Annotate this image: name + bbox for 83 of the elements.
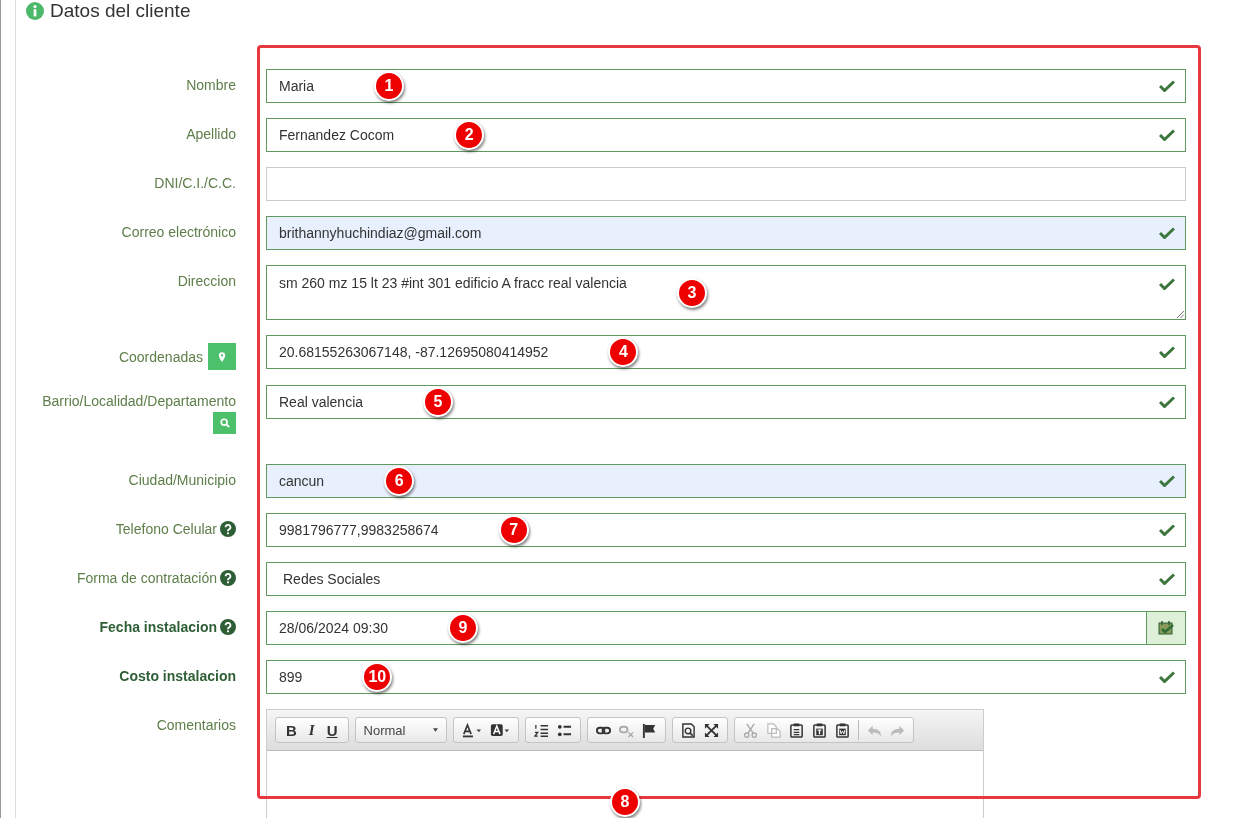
- field-label: Apellido: [186, 126, 236, 142]
- input-field[interactable]: sm 260 mz 15 lt 23 #int 301 edificio A fracc real valencia 3: [266, 265, 1186, 320]
- input-field[interactable]: Fernandez Cocom 2: [266, 118, 1186, 152]
- paste-text-icon[interactable]: [811, 722, 827, 738]
- field-label: Direccion: [177, 273, 236, 289]
- number-marker: 8: [610, 787, 640, 817]
- field-label: Telefono Celular: [115, 521, 217, 537]
- background-color-icon[interactable]: [489, 722, 510, 738]
- field-label: Fecha instalacion: [99, 619, 217, 635]
- field-value: brithannyhuchindiaz@gmail.com: [279, 225, 482, 241]
- copy-icon: [765, 722, 781, 738]
- check-icon: [1159, 227, 1175, 239]
- preview-icon[interactable]: [680, 722, 696, 738]
- paste-word-icon[interactable]: [834, 722, 850, 738]
- format-value: Normal: [363, 722, 406, 738]
- search-icon: [219, 418, 230, 428]
- input-field[interactable]: 20.68155263067148, -87.12695080414952 4: [266, 335, 1186, 369]
- field-value: sm 260 mz 15 lt 23 #int 301 edificio A fracc real valencia: [279, 275, 627, 291]
- input-field[interactable]: Redes Sociales: [266, 562, 1186, 596]
- cut-icon: [742, 722, 758, 738]
- field-value: 9981796777,9983258674: [279, 522, 439, 538]
- number-marker: 3: [676, 278, 707, 308]
- input-field[interactable]: 28/06/2024 09:30 9: [266, 611, 1186, 645]
- field-label: Forma de contratación: [76, 570, 217, 586]
- format-dropdown[interactable]: Normal: [354, 717, 447, 743]
- flag-icon[interactable]: [641, 722, 657, 738]
- field-label: Coordenadas: [118, 348, 203, 365]
- field-label: Nombre: [186, 77, 236, 93]
- input-field[interactable]: 899 10: [266, 660, 1186, 694]
- input-field[interactable]: [266, 167, 1186, 201]
- field-label: Correo electrónico: [121, 224, 236, 240]
- calendar-button[interactable]: [1146, 612, 1185, 644]
- field-value: cancun: [279, 473, 325, 489]
- field-value: 28/06/2024 09:30: [279, 620, 388, 636]
- input-field[interactable]: brithannyhuchindiaz@gmail.com: [266, 216, 1186, 250]
- field-value: 20.68155263067148, -87.12695080414952: [279, 344, 549, 360]
- check-icon: [1159, 80, 1175, 92]
- numbered-list-icon[interactable]: [533, 722, 549, 738]
- text-color-icon[interactable]: [461, 722, 482, 738]
- number-marker: 6: [384, 466, 415, 496]
- input-field[interactable]: 9981796777,9983258674 7: [266, 513, 1186, 547]
- check-icon: [1159, 475, 1175, 487]
- number-marker: 4: [608, 337, 639, 367]
- number-marker: 5: [423, 387, 454, 417]
- caret-icon: [432, 728, 438, 732]
- paste-icon[interactable]: [788, 722, 804, 738]
- bold-button[interactable]: B: [284, 721, 299, 739]
- field-label: DNI/C.I./C.C.: [154, 175, 236, 191]
- check-icon: [1159, 573, 1175, 585]
- number-marker: 7: [498, 515, 529, 545]
- underline-button[interactable]: U: [324, 721, 340, 739]
- input-field[interactable]: Maria 1: [266, 69, 1186, 103]
- bulleted-list-icon[interactable]: [556, 722, 572, 738]
- italic-button[interactable]: I: [306, 721, 317, 739]
- input-field[interactable]: cancun 6: [266, 464, 1186, 498]
- help-icon[interactable]: [220, 521, 236, 537]
- number-marker: 9: [448, 613, 478, 643]
- field-value: Fernandez Cocom: [279, 127, 395, 143]
- field-label: Ciudad/Municipio: [128, 472, 236, 488]
- calendar-icon: [1158, 621, 1174, 635]
- field-label: Costo instalacion: [119, 668, 236, 684]
- section-title: Datos del cliente: [50, 0, 191, 22]
- check-icon: [1159, 396, 1175, 408]
- field-value: Real valencia: [279, 394, 364, 410]
- check-icon: [1159, 671, 1175, 683]
- check-icon: [1159, 278, 1175, 290]
- help-icon[interactable]: [220, 619, 236, 635]
- fullscreen-icon[interactable]: [703, 722, 719, 738]
- number-marker: 1: [374, 71, 404, 101]
- number-marker: 2: [454, 120, 485, 150]
- field-value: Maria: [279, 78, 314, 94]
- field-value: 899: [279, 669, 303, 685]
- number-marker: 10: [362, 662, 393, 692]
- field-value: Redes Sociales: [282, 571, 381, 587]
- field-label: Barrio/Localidad/Departamento: [42, 393, 236, 409]
- input-field[interactable]: Real valencia 5: [266, 385, 1186, 419]
- resize-handle-icon[interactable]: [1176, 310, 1184, 318]
- check-icon: [1159, 346, 1175, 358]
- field-label: Comentarios: [156, 717, 236, 733]
- check-icon: [1159, 524, 1175, 536]
- help-icon[interactable]: [220, 570, 236, 586]
- map-pin-icon: [218, 351, 226, 362]
- check-icon: [1159, 129, 1175, 141]
